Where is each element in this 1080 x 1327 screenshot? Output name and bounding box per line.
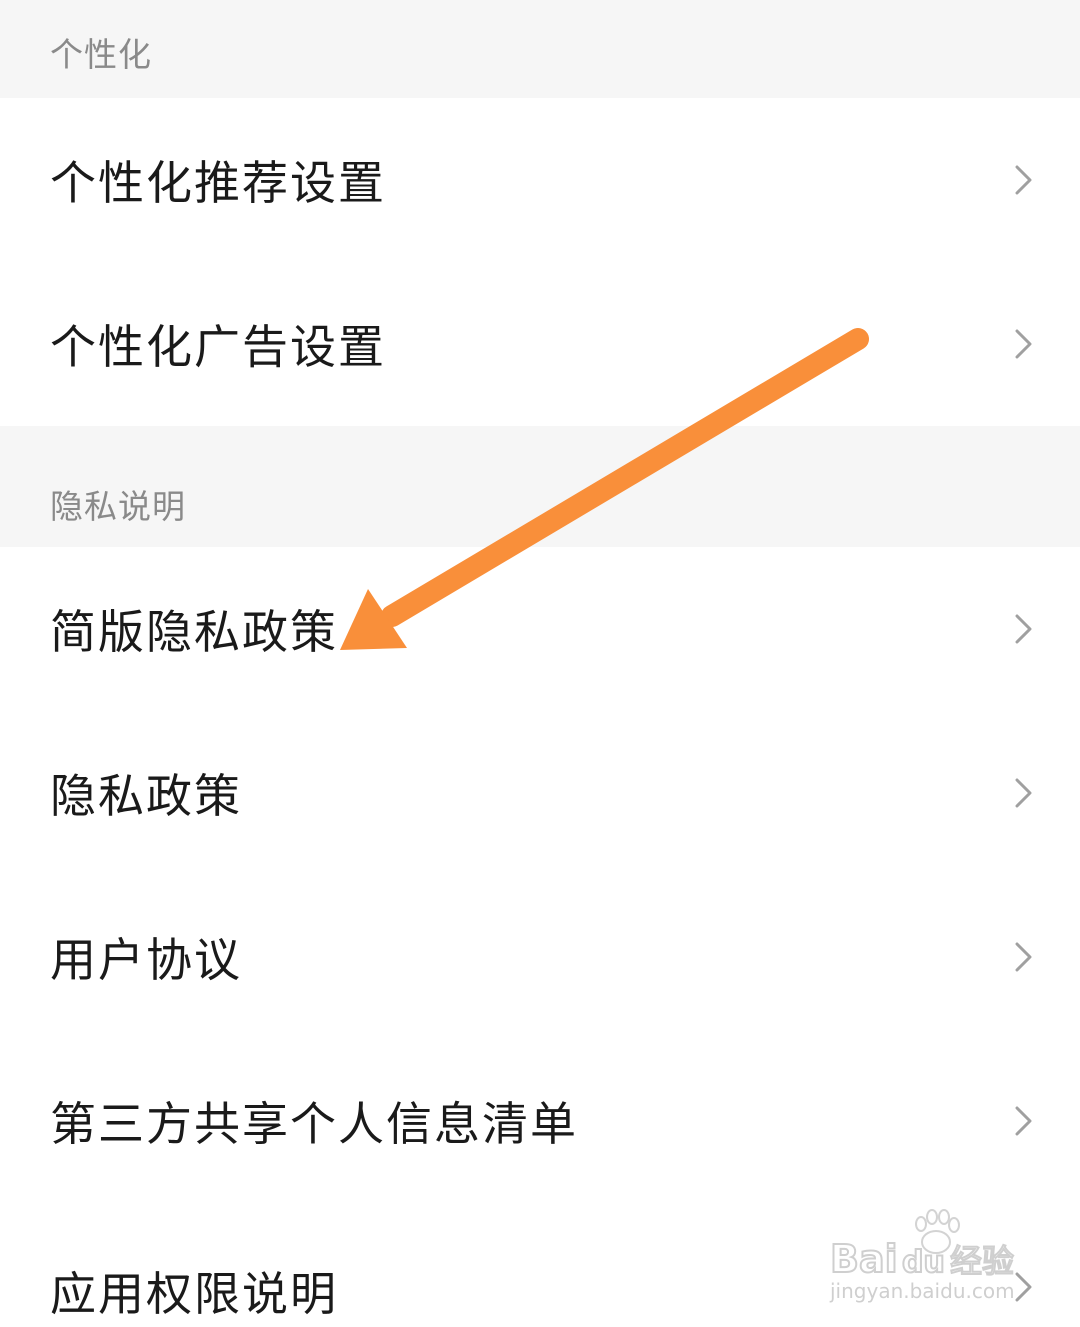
menu-item-label: 简版隐私政策 xyxy=(50,605,338,659)
menu-item-label: 应用权限说明 xyxy=(50,1267,338,1321)
section-header-privacy: 隐私说明 xyxy=(0,426,1080,547)
menu-item-user-agreement[interactable]: 用户协议 xyxy=(0,875,1080,1039)
menu-item-third-party-sharing-list[interactable]: 第三方共享个人信息清单 xyxy=(0,1039,1080,1203)
chevron-right-icon xyxy=(1015,329,1032,359)
menu-item-personalized-ads[interactable]: 个性化广告设置 xyxy=(0,262,1080,426)
menu-item-label: 第三方共享个人信息清单 xyxy=(50,1097,578,1151)
section-header-personalization: 个性化 xyxy=(0,0,1080,98)
menu-item-app-permissions[interactable]: 应用权限说明 xyxy=(0,1203,1080,1327)
menu-item-brief-privacy-policy[interactable]: 简版隐私政策 xyxy=(0,547,1080,711)
section-title: 隐私说明 xyxy=(50,487,186,526)
chevron-right-icon xyxy=(1015,1106,1032,1136)
chevron-right-icon xyxy=(1015,614,1032,644)
menu-item-label: 隐私政策 xyxy=(50,769,242,823)
chevron-right-icon xyxy=(1015,165,1032,195)
menu-item-label: 用户协议 xyxy=(50,933,242,987)
menu-item-label: 个性化广告设置 xyxy=(50,320,386,374)
chevron-right-icon xyxy=(1015,1272,1032,1302)
menu-item-personalized-recommendation[interactable]: 个性化推荐设置 xyxy=(0,98,1080,262)
menu-item-privacy-policy[interactable]: 隐私政策 xyxy=(0,711,1080,875)
privacy-settings-screen: 个性化 个性化推荐设置 个性化广告设置 隐私说明 简版隐私政策 隐私政策 用户协… xyxy=(0,0,1080,1327)
chevron-right-icon xyxy=(1015,942,1032,972)
section-title: 个性化 xyxy=(50,35,152,74)
chevron-right-icon xyxy=(1015,778,1032,808)
menu-item-label: 个性化推荐设置 xyxy=(50,156,386,210)
